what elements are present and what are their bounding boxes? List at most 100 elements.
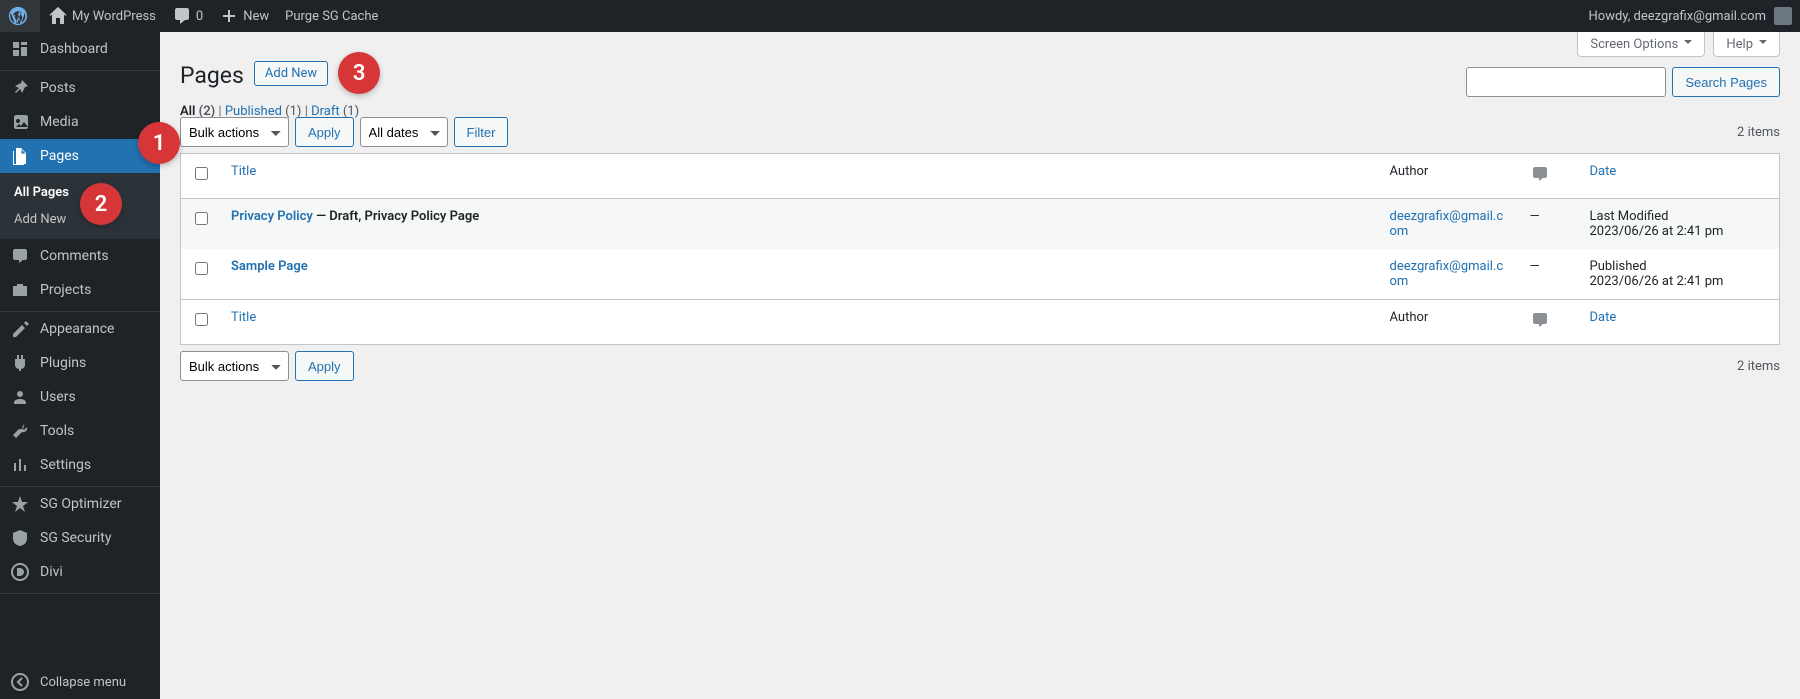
menu-tools[interactable]: Tools [0, 414, 160, 448]
menu-media-label: Media [40, 114, 79, 130]
apply-button[interactable]: Apply [295, 117, 354, 147]
search-box: Search Pages [1466, 67, 1780, 97]
apply-button-bottom[interactable]: Apply [295, 351, 354, 381]
menu-sg-optimizer-label: SG Optimizer [40, 496, 121, 512]
page-title: Pages [180, 53, 244, 93]
home-icon [48, 6, 68, 26]
bulk-actions-select[interactable]: Bulk actions [180, 117, 289, 147]
search-button[interactable]: Search Pages [1672, 67, 1780, 97]
items-count-bottom: 2 items [1737, 359, 1780, 374]
col-comments[interactable] [1520, 154, 1580, 199]
row-title-link[interactable]: Privacy Policy [231, 209, 313, 224]
comment-bubble-icon [1530, 319, 1550, 334]
comments-link[interactable]: 0 [164, 0, 211, 32]
tablenav-top: Bulk actions Apply All dates Filter 2 it… [180, 117, 1780, 147]
site-name[interactable]: My WordPress [40, 0, 164, 32]
avatar [1774, 7, 1792, 25]
row-checkbox[interactable] [195, 212, 208, 225]
row-date-status: Last Modified [1590, 209, 1669, 224]
admin-bar: My WordPress 0 New Purge SG Cache Howdy,… [0, 0, 1800, 32]
select-all-top[interactable] [195, 167, 208, 180]
row-author-link[interactable]: deezgrafix@gmail.com [1390, 259, 1504, 289]
menu-sg-security[interactable]: SG Security [0, 521, 160, 555]
menu-media[interactable]: Media [0, 105, 160, 139]
menu-comments-label: Comments [40, 248, 109, 264]
row-title-link[interactable]: Sample Page [231, 259, 308, 274]
annotation-badge-1: 1 [138, 122, 180, 164]
row-checkbox[interactable] [195, 262, 208, 275]
sg-optimizer-icon [10, 494, 30, 514]
row-date-value: 2023/06/26 at 2:41 pm [1590, 224, 1724, 239]
wp-logo[interactable] [0, 0, 40, 32]
menu-posts[interactable]: Posts [0, 71, 160, 105]
row-date-status: Published [1590, 259, 1647, 274]
items-count-top: 2 items [1737, 125, 1780, 140]
dashboard-icon [10, 39, 30, 59]
menu-users-label: Users [40, 389, 76, 405]
menu-plugins[interactable]: Plugins [0, 346, 160, 380]
menu-divi[interactable]: Divi [0, 555, 160, 589]
menu-appearance-label: Appearance [40, 321, 114, 337]
divi-icon [10, 562, 30, 582]
collapse-label: Collapse menu [40, 675, 126, 690]
collapse-menu[interactable]: Collapse menu [0, 665, 160, 699]
new-label: New [243, 9, 269, 24]
tablenav-bottom: Bulk actions Apply 2 items [180, 351, 1780, 381]
table-row: Privacy Policy — Draft, Privacy Policy P… [181, 199, 1780, 250]
help-toggle[interactable]: Help [1713, 32, 1780, 57]
new-content[interactable]: New [211, 0, 277, 32]
plugins-icon [10, 353, 30, 373]
plus-icon [219, 6, 239, 26]
content-area: Screen Options Help Pages Add New 3 All … [160, 32, 1800, 699]
row-author-link[interactable]: deezgrafix@gmail.com [1390, 209, 1504, 239]
menu-divi-label: Divi [40, 564, 63, 580]
menu-users[interactable]: Users [0, 380, 160, 414]
col-title-sort[interactable]: Title [231, 310, 256, 325]
screen-options-toggle[interactable]: Screen Options [1577, 32, 1705, 57]
purge-cache[interactable]: Purge SG Cache [277, 0, 386, 32]
filter-button[interactable]: Filter [454, 117, 509, 147]
collapse-icon [10, 672, 30, 692]
wordpress-icon [8, 6, 28, 26]
annotation-badge-3: 3 [338, 52, 380, 94]
search-input[interactable] [1466, 67, 1666, 97]
media-icon [10, 112, 30, 132]
table-row: Sample Page deezgrafix@gmail.com — Publi… [181, 249, 1780, 300]
menu-settings-label: Settings [40, 457, 91, 473]
menu-dashboard-label: Dashboard [40, 41, 108, 57]
col-date-sort[interactable]: Date [1590, 164, 1617, 179]
menu-dashboard[interactable]: Dashboard [0, 32, 160, 66]
menu-appearance[interactable]: Appearance [0, 312, 160, 346]
my-account[interactable]: Howdy, deezgrafix@gmail.com [1581, 0, 1800, 32]
pages-table: Title Author Date Privacy Policy — Draft… [180, 153, 1780, 345]
purge-cache-label: Purge SG Cache [285, 9, 378, 24]
settings-icon [10, 455, 30, 475]
select-all-bottom[interactable] [195, 313, 208, 326]
row-date-value: 2023/06/26 at 2:41 pm [1590, 274, 1724, 289]
menu-comments[interactable]: Comments [0, 239, 160, 273]
row-comments: — [1520, 199, 1580, 250]
chevron-down-icon [1684, 36, 1692, 52]
comment-icon [172, 6, 192, 26]
menu-settings[interactable]: Settings [0, 448, 160, 482]
row-state: — Draft, Privacy Policy Page [313, 209, 479, 224]
col-comments[interactable] [1520, 300, 1580, 345]
screen-options-label: Screen Options [1590, 37, 1678, 52]
row-comments: — [1520, 249, 1580, 300]
menu-projects-label: Projects [40, 282, 91, 298]
howdy-text: Howdy, deezgrafix@gmail.com [1589, 9, 1767, 24]
col-date-sort[interactable]: Date [1590, 310, 1617, 325]
menu-sg-optimizer[interactable]: SG Optimizer [0, 487, 160, 521]
dates-select[interactable]: All dates [360, 117, 448, 147]
menu-pages-label: Pages [40, 148, 79, 164]
menu-projects[interactable]: Projects [0, 273, 160, 307]
menu-posts-label: Posts [40, 80, 76, 96]
screen-meta: Screen Options Help [1569, 32, 1780, 57]
add-new-button[interactable]: Add New [254, 61, 328, 86]
col-title-sort[interactable]: Title [231, 164, 256, 179]
bulk-actions-select-bottom[interactable]: Bulk actions [180, 351, 289, 381]
comment-bubble-icon [1530, 173, 1550, 188]
help-label: Help [1726, 37, 1753, 52]
col-author: Author [1380, 300, 1520, 345]
menu-pages[interactable]: Pages [0, 139, 160, 173]
